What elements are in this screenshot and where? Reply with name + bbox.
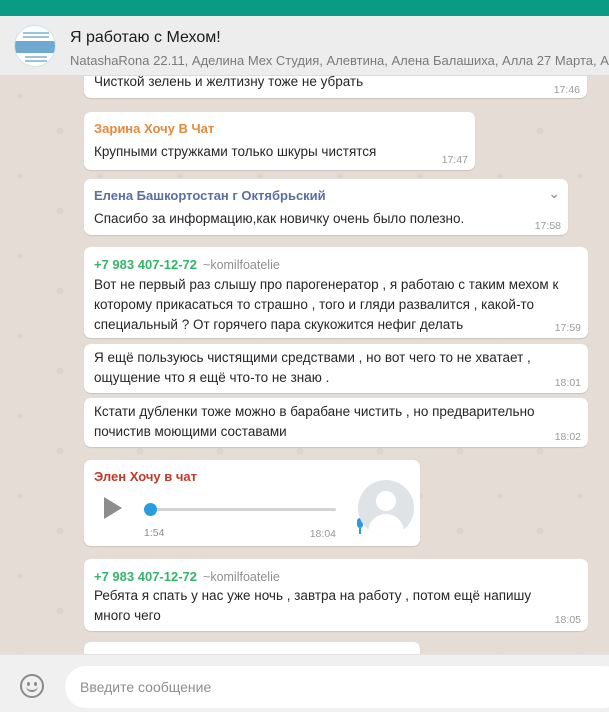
sender-handle: ~komilfoatelie: [203, 258, 280, 272]
message-text: Спасибо за информацию,как новичку очень …: [94, 211, 465, 226]
sender-avatar-icon[interactable]: [358, 480, 414, 536]
message-bubble-partial[interactable]: [84, 642, 420, 654]
audio-progress-track[interactable]: [150, 508, 336, 511]
message-sender[interactable]: Элен Хочу в чат: [94, 469, 197, 484]
message-bubble[interactable]: Кстати дубленки тоже можно в барабане чи…: [84, 398, 588, 447]
message-time: 17:47: [441, 154, 468, 166]
message-time: 18:05: [554, 614, 581, 626]
message-time: 17:46: [553, 84, 580, 96]
sender-phone[interactable]: +7 983 407-12-72: [94, 569, 197, 584]
message-bubble[interactable]: +7 983 407-12-72 ~komilfoatelie Ребята я …: [84, 559, 588, 631]
message-time: 17:58: [534, 220, 561, 232]
chat-header[interactable]: Я работаю с Мехом! NatashaRona 22.11, Ад…: [0, 16, 609, 76]
message-bubble[interactable]: Елена Башкортостан г Октябрьский ⌄ Спаси…: [84, 179, 568, 235]
message-time: 18:01: [554, 377, 581, 389]
message-sender[interactable]: +7 983 407-12-72 ~komilfoatelie: [94, 569, 280, 584]
window-top-bar: [0, 0, 609, 16]
message-bubble[interactable]: Я ещё пользуюсь чистящими средствами , н…: [84, 344, 588, 393]
message-bubble[interactable]: +7 983 407-12-72 ~komilfoatelie Вот не пе…: [84, 247, 588, 338]
audio-scrubber[interactable]: [144, 503, 157, 516]
voice-message[interactable]: Элен Хочу в чат 1:54 18:04: [84, 460, 420, 546]
message-input[interactable]: [65, 666, 609, 708]
message-list[interactable]: Чисткой зелень и желтизну тоже не убрать…: [0, 76, 609, 654]
group-avatar-icon[interactable]: [14, 25, 56, 67]
chat-members: NatashaRona 22.11, Аделина Мех Студия, А…: [70, 53, 609, 68]
message-sender[interactable]: Елена Башкортостан г Октябрьский: [94, 188, 326, 203]
message-bubble[interactable]: Чисткой зелень и желтизну тоже не убрать…: [84, 76, 587, 98]
message-text: Вот не первый раз слышу про парогенерато…: [94, 277, 559, 332]
message-time: 18:04: [309, 528, 336, 540]
sender-handle: ~komilfoatelie: [203, 570, 280, 584]
chat-title[interactable]: Я работаю с Мехом!: [70, 29, 221, 47]
message-sender[interactable]: Зарина Хочу В Чат: [94, 121, 214, 136]
message-text: Я ещё пользуюсь чистящими средствами , н…: [94, 350, 531, 385]
message-text: Ребята я спать у нас уже ночь , завтра н…: [94, 588, 532, 623]
message-text: Кстати дубленки тоже можно в барабане чи…: [94, 404, 535, 439]
chevron-down-icon[interactable]: ⌄: [548, 185, 560, 202]
message-time: 17:59: [554, 322, 581, 334]
message-time: 18:02: [554, 431, 581, 443]
message-bubble[interactable]: Зарина Хочу В Чат Крупными стружками тол…: [84, 112, 475, 170]
audio-duration: 1:54: [144, 527, 165, 539]
sender-phone[interactable]: +7 983 407-12-72: [94, 257, 197, 272]
message-text: Крупными стружками только шкуры чистятся: [94, 144, 377, 159]
emoji-icon[interactable]: [20, 674, 44, 698]
play-icon[interactable]: [104, 497, 122, 519]
message-text: Чисткой зелень и желтизну тоже не убрать: [94, 76, 364, 89]
composer-bar: [0, 654, 609, 712]
message-sender[interactable]: +7 983 407-12-72 ~komilfoatelie: [94, 257, 280, 272]
